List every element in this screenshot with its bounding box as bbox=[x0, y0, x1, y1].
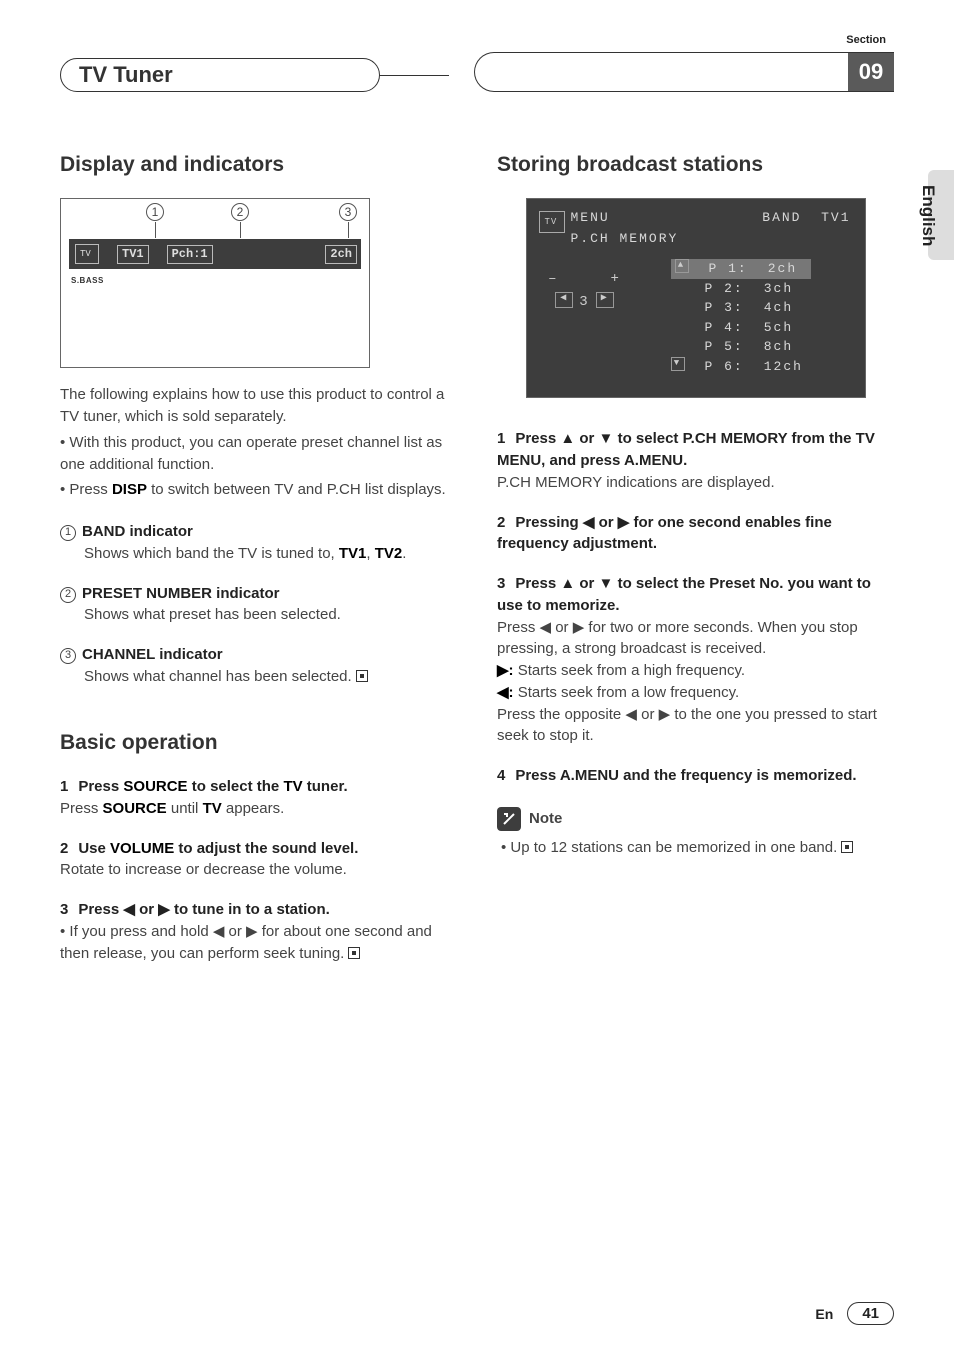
heading-display-indicators: Display and indicators bbox=[60, 150, 457, 180]
section-number: 09 bbox=[848, 53, 894, 91]
end-mark-icon bbox=[348, 947, 360, 959]
right-arrow-icon: ▶ bbox=[596, 292, 614, 308]
basic-step-3: 3Press ◀ or ▶ to tune in to a station. •… bbox=[60, 899, 457, 964]
up-arrow-icon: ▲ bbox=[675, 259, 689, 273]
heading-basic-operation: Basic operation bbox=[60, 728, 457, 758]
language-tab: English bbox=[918, 185, 938, 246]
section-badge: 09 bbox=[474, 52, 894, 92]
storing-step-4: 4Press A.MENU and the frequency is memor… bbox=[497, 765, 894, 787]
callout-2: 2 bbox=[231, 203, 249, 221]
section-label: Section bbox=[846, 34, 886, 46]
intro-line-3: • Press DISP to switch between TV and P.… bbox=[60, 479, 457, 501]
lcd-band: TV1 bbox=[117, 245, 149, 264]
footer-lang: En bbox=[815, 1306, 833, 1322]
pch-label: P.CH MEMORY bbox=[541, 230, 851, 249]
dpad: – + ◀ 3 ▶ bbox=[545, 269, 625, 314]
page-header: Section TV Tuner 09 bbox=[60, 40, 894, 90]
down-arrow-icon: ▼ bbox=[671, 357, 685, 371]
tv-icon bbox=[539, 211, 565, 233]
tv-icon bbox=[75, 244, 99, 264]
indicator-def-1: 1BAND indicator Shows which band the TV … bbox=[60, 521, 457, 565]
sbass-label: S.BASS bbox=[71, 275, 104, 287]
lcd-preset: Pch:1 bbox=[167, 245, 213, 264]
left-arrow-icon: ◀ bbox=[555, 292, 573, 308]
indicator-def-2: 2PRESET NUMBER indicator Shows what pres… bbox=[60, 583, 457, 627]
note-body: • Up to 12 stations can be memorized in … bbox=[497, 837, 894, 859]
indicator-def-3: 3CHANNEL indicator Shows what channel ha… bbox=[60, 644, 457, 688]
note-icon bbox=[497, 807, 521, 831]
page-title: TV Tuner bbox=[60, 58, 380, 92]
lcd-strip: TV1 Pch:1 2ch bbox=[69, 239, 361, 269]
storing-step-1: 1Press ▲ or ▼ to select P.CH MEMORY from… bbox=[497, 428, 894, 493]
basic-step-1: 1Press SOURCE to select the TV tuner. Pr… bbox=[60, 776, 457, 820]
heading-storing: Storing broadcast stations bbox=[497, 150, 894, 180]
callout-1: 1 bbox=[146, 203, 164, 221]
footer-page: 41 bbox=[847, 1302, 894, 1325]
intro-line-2: • With this product, you can operate pre… bbox=[60, 432, 457, 476]
end-mark-icon bbox=[841, 841, 853, 853]
note-heading: Note bbox=[497, 807, 894, 831]
left-column: Display and indicators 1 2 3 TV1 Pch:1 2… bbox=[60, 150, 457, 982]
right-column: Storing broadcast stations MENU BAND TV1… bbox=[497, 150, 894, 982]
end-mark-icon bbox=[356, 670, 368, 682]
storing-step-3: 3Press ▲ or ▼ to select the Preset No. y… bbox=[497, 573, 894, 747]
display-illustration: 1 2 3 TV1 Pch:1 2ch S.BASS bbox=[60, 198, 370, 368]
page-footer: En 41 bbox=[815, 1302, 894, 1325]
lcd-channel: 2ch bbox=[325, 245, 357, 264]
intro-line-1: The following explains how to use this p… bbox=[60, 384, 457, 428]
callout-3: 3 bbox=[339, 203, 357, 221]
menu-illustration: MENU BAND TV1 P.CH MEMORY – + ◀ 3 ▶ ▲P 1… bbox=[526, 198, 866, 398]
storing-step-2: 2Pressing ◀ or ▶ for one second enables … bbox=[497, 512, 894, 556]
intro-text: The following explains how to use this p… bbox=[60, 384, 457, 501]
basic-step-2: 2Use VOLUME to adjust the sound level. R… bbox=[60, 838, 457, 882]
menu-label: MENU bbox=[571, 209, 610, 228]
